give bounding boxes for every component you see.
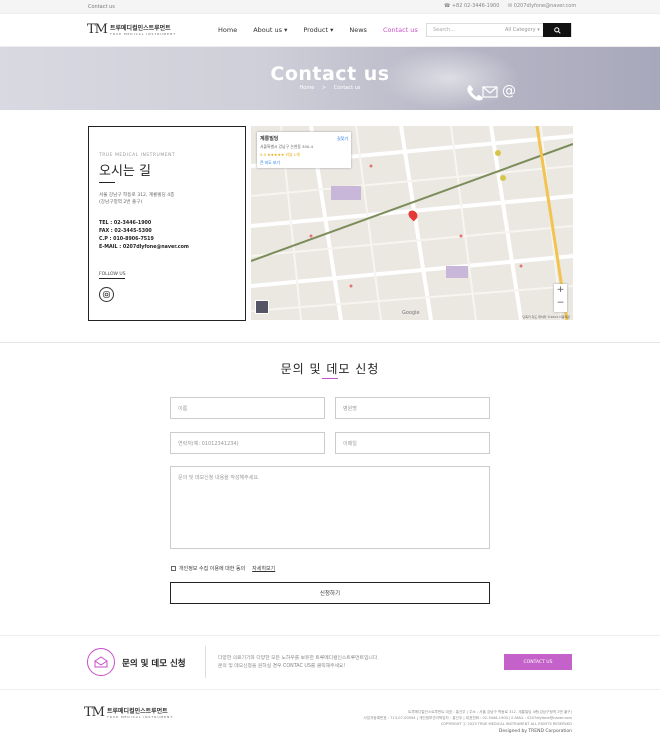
email-placeholder: 이메일: [343, 441, 357, 447]
search-input[interactable]: Search...: [433, 27, 455, 33]
breadcrumb-sep: >: [321, 85, 327, 91]
top-email-text: 0207dlyfone@naver.com: [513, 3, 577, 9]
breadcrumb: Home > Contact us: [0, 85, 660, 91]
top-contact-label[interactable]: Contact us: [88, 4, 115, 10]
info-email: E-MAIL : 0207dlyfone@naver.com: [99, 245, 189, 250]
main-nav: Home About us ▾ Product ▾ News Contact u…: [218, 26, 418, 34]
nav-product-label: Product: [303, 26, 329, 34]
info-eng: TRUE MEDICAL INSTRUMENT: [99, 153, 176, 158]
form-title-underline: [322, 378, 338, 379]
footer-logo-name: 트루메디컬인스트루먼트: [106, 708, 168, 715]
search-button[interactable]: [543, 23, 571, 37]
zoom-in-button[interactable]: +: [554, 284, 567, 297]
contact-icons: @: [467, 83, 516, 101]
search-icon: [553, 26, 561, 34]
section-divider: [0, 342, 660, 343]
cta-divider: [205, 646, 206, 678]
follow-label: FOLLOW US: [99, 272, 126, 277]
privacy-label: 개인정보 수집 이용에 대한 동의: [179, 566, 246, 572]
chevron-down-icon: ▾: [535, 27, 540, 33]
privacy-consent: 개인정보 수집 이용에 대한 동의 자세히보기: [171, 565, 275, 572]
breadcrumb-current: Contact us: [333, 85, 361, 91]
instagram-button[interactable]: [99, 287, 114, 302]
privacy-checkbox[interactable]: [171, 566, 176, 571]
hero-banner: Contact us Home > Contact us @: [0, 47, 660, 110]
google-logo: Google: [402, 310, 420, 316]
google-map[interactable]: 계룡빌딩 서울특별시 강남구 논현동 300-4 5.0 ★★★★★ 리뷰 1개…: [251, 126, 573, 320]
location-info-box: TRUE MEDICAL INSTRUMENT 오시는 길 서울 강남구 학동로…: [88, 126, 246, 321]
category-select[interactable]: All Category ▾: [505, 27, 540, 33]
map-type-toggle[interactable]: [255, 300, 269, 314]
cta-description: 다양한 의료기기와 다양한 모든 노하우를 보유한 트루메디컬인스트루먼트입니다…: [218, 655, 379, 671]
info-divider: [99, 182, 115, 183]
form-title: 문의 및 데모 신청: [280, 362, 380, 376]
info-cp: C.P : 010-8906-7519: [99, 237, 154, 242]
chevron-down-icon: ▾: [328, 26, 334, 34]
place-rating[interactable]: 5.0 ★★★★★ 리뷰 1개: [260, 152, 348, 158]
message-placeholder: 문의 및 데모신청 내용을 작성해주세요.: [178, 475, 260, 481]
footer-line-3: COPYRIGHT ⓒ 2023 TRUE MEDICAL INSTRUMENT…: [440, 722, 572, 726]
place-name: 계룡빌딩: [260, 136, 279, 142]
cta-contact-button[interactable]: CONTACT US: [504, 654, 572, 670]
zoom-out-button[interactable]: −: [554, 297, 567, 310]
top-phone: ☎ +82 02-3446-1900: [444, 3, 499, 9]
hospital-placeholder: 병원명: [343, 406, 357, 412]
category-select-label: All Category: [505, 27, 536, 33]
info-fax: FAX : 02-3445-5300: [99, 229, 152, 234]
footer-company-info: 트루메디컬인스트루먼트 대표 : 홍선우 | 주소 : 서울 강남구 학동로 3…: [364, 709, 573, 727]
nav-about[interactable]: About us ▾: [253, 26, 287, 34]
nav-contact[interactable]: Contact us: [383, 26, 418, 34]
logo-mark: TM: [87, 22, 108, 37]
phone-placeholder: 연락처(예: 01012341234): [178, 441, 239, 447]
hero-title: Contact us: [270, 63, 390, 85]
nav-news[interactable]: News: [349, 26, 367, 34]
footer-logo-sub: TRUE MEDICAL INSTRUMENT: [106, 715, 174, 719]
name-input[interactable]: 이름: [170, 397, 325, 419]
cta-mail-badge: [87, 648, 115, 676]
logo-name: 트루메디컬인스트루먼트: [109, 25, 171, 32]
svg-text:@: @: [502, 83, 516, 99]
logo-sub: TRUE MEDICAL INSTRUMENT: [109, 32, 177, 36]
nav-home[interactable]: Home: [218, 26, 237, 34]
info-address: 서울 강남구 학동로 312, 계룡빌딩 4층 (강남구청역 2번 출구): [99, 192, 239, 206]
info-title: 오시는 길: [99, 164, 151, 179]
submit-button[interactable]: 신청하기: [170, 582, 490, 604]
hospital-input[interactable]: 병원명: [335, 397, 490, 419]
breadcrumb-home[interactable]: Home: [300, 85, 315, 91]
directions-link[interactable]: 길찾기: [337, 136, 348, 142]
email-input[interactable]: 이메일: [335, 432, 490, 454]
logo[interactable]: TM 트루메디컬인스트루먼트 TRUE MEDICAL INSTRUMENT: [87, 22, 176, 37]
nav-about-label: About us: [253, 26, 282, 34]
follow-divider: [99, 278, 125, 279]
mail-open-icon: [94, 656, 108, 668]
search-box: Search... All Category ▾: [426, 23, 572, 37]
cta-desc-2: 문의 및 데모신청을 원하실 경우 CONTAC US를 클릭해주세요!: [218, 664, 346, 669]
info-address-2: (강남구청역 2번 출구): [99, 200, 143, 205]
phone-icon: ☎: [444, 3, 452, 9]
message-textarea[interactable]: 문의 및 데모신청 내용을 작성해주세요.: [170, 466, 490, 549]
footer-logo[interactable]: TM 트루메디컬인스트루먼트 TRUE MEDICAL INSTRUMENT: [84, 705, 173, 720]
info-contacts: TEL : 02-3446-1900 FAX : 02-3445-5300 C.…: [99, 220, 189, 252]
phone-input[interactable]: 연락처(예: 01012341234): [170, 432, 325, 454]
map-place-card: 계룡빌딩 서울특별시 강남구 논현동 300-4 5.0 ★★★★★ 리뷰 1개…: [257, 132, 351, 168]
top-bar: Contact us ☎ +82 02-3446-1900 ✉ 0207dlyf…: [0, 0, 660, 14]
name-placeholder: 이름: [178, 406, 188, 412]
map-terms[interactable]: 단축키 지도 데이터 ©2023 이용약관: [522, 315, 570, 319]
cta-label: 문의 및 데모 신청: [122, 659, 186, 669]
privacy-link[interactable]: 자세히보기: [252, 565, 275, 572]
top-phone-text: +82 02-3446-1900: [451, 3, 500, 9]
instagram-icon: [103, 291, 110, 298]
place-address: 서울특별시 강남구 논현동 300-4: [260, 144, 314, 149]
zoom-control: + −: [554, 284, 567, 312]
cta-desc-1: 다양한 의료기기와 다양한 모든 노하우를 보유한 트루메디컬인스트루먼트입니다…: [218, 656, 379, 661]
info-address-1: 서울 강남구 학동로 312, 계룡빌딩 4층: [99, 193, 175, 198]
footer-logo-mark: TM: [84, 705, 105, 720]
top-email: ✉ 0207dlyfone@naver.com: [508, 3, 576, 9]
chevron-down-icon: ▾: [282, 26, 288, 34]
footer-designed-by[interactable]: Designed by TREND Corporation: [499, 729, 572, 734]
larger-map-link[interactable]: 큰 지도 보기: [260, 160, 348, 166]
info-tel: TEL : 02-3446-1900: [99, 221, 152, 226]
nav-product[interactable]: Product ▾: [303, 26, 333, 34]
